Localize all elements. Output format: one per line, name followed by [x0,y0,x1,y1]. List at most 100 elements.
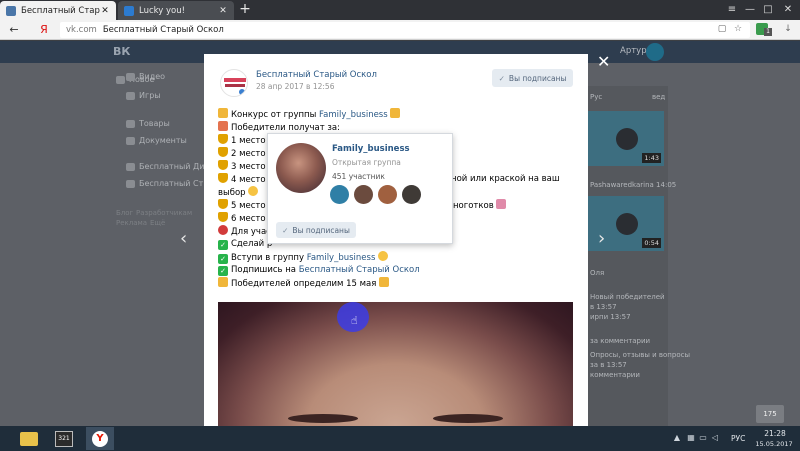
page-icon[interactable]: ▢ [716,23,728,35]
file-explorer-button[interactable] [15,427,43,450]
right-text: за в 13:57 [590,361,627,369]
play-icon [616,128,638,150]
tray-arrow-icon[interactable]: ▲ [672,433,682,443]
footer-link-ads[interactable]: Реклама [116,219,147,227]
tab-title: Lucky you! [139,5,186,16]
post-line: ✓ Подпишись на Бесплатный Старый Оскол [218,264,578,277]
clock-time[interactable]: 21:28 [760,429,790,438]
extension-badge: 1 [764,28,772,36]
hand-cursor-icon: ☝ [351,314,358,327]
group-link[interactable]: Бесплатный Старый Оскол [299,265,420,275]
goods-icon [126,119,135,128]
tab-title: Бесплатный Старый Оск [21,5,100,16]
right-text: вед [652,93,666,101]
tab-close-icon[interactable]: ✕ [218,6,228,16]
close-icon[interactable]: ✕ [597,54,610,70]
url-field[interactable]: vk.com Бесплатный Старый Оскол [60,22,750,38]
media-player-button[interactable]: 321 [50,427,78,450]
vk-favicon-icon [6,5,16,16]
left-nav-goods[interactable]: Товары [126,119,170,128]
video-duration: 1:43 [642,153,661,163]
post-date[interactable]: 28 апр 2017 в 12:56 [256,82,334,91]
games-icon [126,91,135,100]
counter-badge[interactable]: 175 [756,405,784,423]
subscribed-button[interactable]: ✓ Вы подписаны [492,69,573,87]
star-icon[interactable]: ☆ [732,23,744,35]
footer-link-more[interactable]: Ещё [150,219,165,227]
right-text: Pashawaredkarina 14:05 [590,181,677,189]
news-icon [116,75,125,84]
video-thumbnail[interactable]: 1:43 [586,111,664,166]
battery-icon[interactable]: ▭ [698,433,708,443]
friend-avatar[interactable] [330,185,349,204]
prev-post-icon[interactable]: ‹ [180,228,187,249]
right-text: ирпи 13:57 [590,313,631,321]
right-text: за комментарии [590,337,651,345]
left-nav-games[interactable]: Игры [126,91,161,100]
tab-close-icon[interactable]: ✕ [100,6,110,16]
minimize-icon[interactable]: — [740,0,760,20]
right-text: Опросы, отзывы и вопросы [590,351,690,359]
group-icon [126,179,135,188]
hover-group-name[interactable]: Family_business [332,144,410,154]
trophy-icon [218,173,228,183]
party-icon [379,277,390,287]
friend-avatar[interactable] [354,185,373,204]
new-tab-button[interactable]: + [236,1,254,19]
party-icon [390,108,401,118]
post-line: Конкурс от группы Family_business [218,108,578,121]
post-photo[interactable] [218,302,573,426]
check-icon: ✓ [498,73,505,83]
user-avatar[interactable] [646,43,664,61]
clock-date[interactable]: 15.05.2017 [752,440,796,448]
right-text: Новый победителей [590,293,665,301]
volume-icon[interactable]: ◁ [710,433,720,443]
hover-subscribed-button[interactable]: ✓ Вы подписаны [276,222,356,238]
menu-icon[interactable]: ≡ [722,0,742,20]
post-group-name[interactable]: Бесплатный Старый Оскол [256,70,377,80]
network-icon[interactable]: ▦ [686,433,696,443]
tab-vk[interactable]: Бесплатный Старый Оск ✕ [0,1,116,20]
browser-tab-strip: Бесплатный Старый Оск ✕ Lucky you! ✕ + ≡… [0,0,800,20]
video-duration: 0:54 [642,238,661,248]
close-window-icon[interactable]: ✕ [778,0,798,20]
group-avatar[interactable] [276,143,326,193]
maximize-icon[interactable]: □ [758,0,778,20]
url-page-title: Бесплатный Старый Оскол [102,25,224,35]
check-mark-icon: ✓ [218,266,228,276]
group-avatar[interactable] [220,69,248,97]
group-link[interactable]: Family_business [307,253,376,263]
language-indicator[interactable]: РУС [731,434,745,443]
member-count[interactable]: 451 участник [332,172,385,181]
friend-avatar[interactable] [378,185,397,204]
tab-lucky[interactable]: Lucky you! ✕ [118,1,234,20]
post-line: ✓ Вступи в группу Family_business [218,251,578,264]
left-nav-docs[interactable]: Документы [126,136,187,145]
docs-icon [126,136,135,145]
video-icon [126,72,135,81]
left-nav-video[interactable]: Видео [126,72,165,81]
left-nav-group-2[interactable]: Бесплатный Ст... [126,179,211,188]
media-player-icon: 321 [55,430,73,447]
friend-avatar[interactable] [402,185,421,204]
yandex-browser-button[interactable]: Y [86,427,114,450]
group-type: Открытая группа [332,158,401,167]
vk-logo[interactable]: ВК [113,45,130,58]
subscribed-label: Вы подписаны [292,225,350,235]
nail-polish-icon [496,199,507,209]
user-name[interactable]: Артур [620,46,647,56]
footer-link-blog[interactable]: Блог [116,209,133,217]
next-post-icon[interactable]: › [598,228,605,249]
group-link[interactable]: Family_business [319,110,388,120]
address-bar: ← Я vk.com Бесплатный Старый Оскол ▢ ☆ 1… [0,20,800,40]
check-mark-icon: ✓ [218,240,228,250]
download-icon[interactable]: ↓ [782,23,794,35]
right-text: в 13:57 [590,303,617,311]
favicon-icon [124,5,134,16]
right-text: Оля [590,269,605,277]
smile-icon [378,251,389,261]
back-button[interactable]: ← [6,22,22,38]
check-mark-icon: ✓ [218,254,228,264]
footer-link-dev[interactable]: Разработчикам [136,209,192,217]
yandex-home-button[interactable]: Я [36,22,52,38]
